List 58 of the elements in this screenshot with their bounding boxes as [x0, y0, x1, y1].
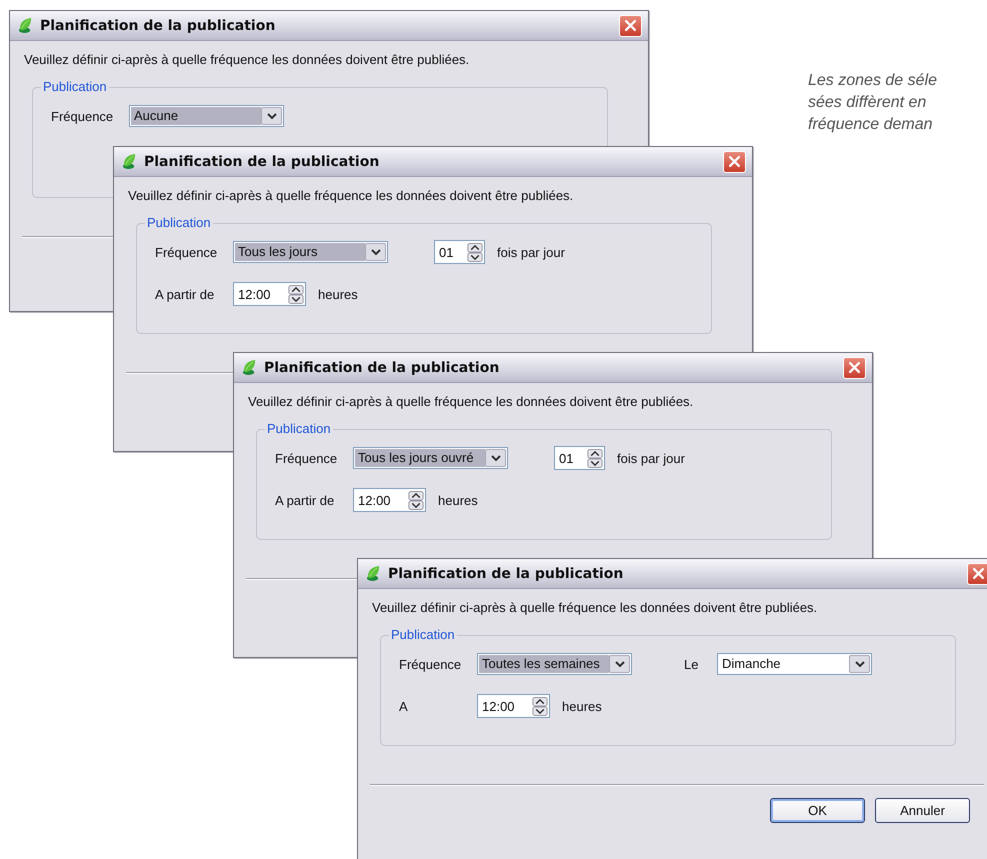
leaf-icon — [366, 565, 381, 582]
instruction-text: Veuillez définir ci-après à quelle fréquence les données doivent être publiées. — [128, 188, 574, 203]
field-label: Le — [684, 656, 700, 672]
spin-field[interactable]: 12:00 — [353, 488, 426, 512]
caption-text: fréquence deman — [808, 115, 933, 135]
spinner-arrows-icon — [587, 448, 603, 468]
field-label: Fréquence — [274, 450, 338, 466]
close-icon — [848, 361, 861, 374]
window-title: Planification de la publication — [40, 18, 276, 34]
dropdown-field[interactable]: Aucune — [129, 105, 284, 127]
unit-label: heures — [318, 286, 358, 302]
close-icon — [972, 567, 985, 580]
dialog-button[interactable]: Annuler — [875, 798, 970, 823]
caption-text: Les zones de séle — [808, 71, 937, 91]
dropdown-field[interactable]: Tous les jours — [233, 241, 388, 263]
field-label: Fréquence — [50, 108, 114, 124]
close-button[interactable] — [843, 356, 866, 378]
spin-field[interactable]: 12:00 — [233, 282, 306, 306]
spinner-arrows-icon — [532, 696, 548, 716]
dialog-button[interactable]: OK — [770, 798, 865, 823]
window-title: Planification de la publication — [388, 566, 624, 582]
chevron-down-icon — [370, 248, 380, 256]
chevron-down-icon — [614, 660, 624, 668]
caption-text: sées diffèrent en — [808, 93, 926, 113]
field-label: A partir de — [154, 286, 216, 302]
spinner-arrows-icon — [408, 490, 424, 510]
spinner-arrows-icon — [288, 284, 304, 304]
dropdown-field[interactable]: Dimanche — [717, 653, 872, 675]
unit-label: heures — [562, 698, 602, 714]
leaf-icon — [18, 17, 33, 34]
close-button[interactable] — [967, 562, 987, 584]
close-icon — [624, 19, 637, 32]
window-title: Planification de la publication — [144, 154, 380, 170]
chevron-down-icon — [854, 660, 864, 668]
field-label: A partir de — [274, 492, 336, 508]
close-icon — [728, 155, 741, 168]
field-label: A — [398, 698, 409, 714]
spinner-arrows-icon — [467, 242, 483, 262]
spin-field[interactable]: 01 — [434, 240, 485, 264]
close-button[interactable] — [723, 150, 746, 172]
spin-field[interactable]: 01 — [554, 446, 605, 470]
unit-label: fois par jour — [497, 244, 565, 260]
unit-label: heures — [438, 492, 478, 508]
window-title: Planification de la publication — [264, 360, 500, 376]
field-label: Fréquence — [398, 656, 462, 672]
leaf-icon — [122, 153, 137, 170]
dropdown-field[interactable]: Tous les jours ouvré — [353, 447, 508, 469]
chevron-down-icon — [266, 112, 276, 120]
spin-field[interactable]: 12:00 — [477, 694, 550, 718]
instruction-text: Veuillez définir ci-après à quelle fréquence les données doivent être publiées. — [24, 52, 470, 67]
leaf-icon — [242, 359, 257, 376]
close-button[interactable] — [619, 14, 642, 36]
dropdown-field[interactable]: Toutes les semaines — [477, 653, 632, 675]
instruction-text: Veuillez définir ci-après à quelle fréquence les données doivent être publiées. — [372, 600, 818, 615]
unit-label: fois par jour — [617, 450, 685, 466]
instruction-text: Veuillez définir ci-après à quelle fréquence les données doivent être publiées. — [248, 394, 694, 409]
field-label: Fréquence — [154, 244, 218, 260]
chevron-down-icon — [490, 454, 500, 462]
